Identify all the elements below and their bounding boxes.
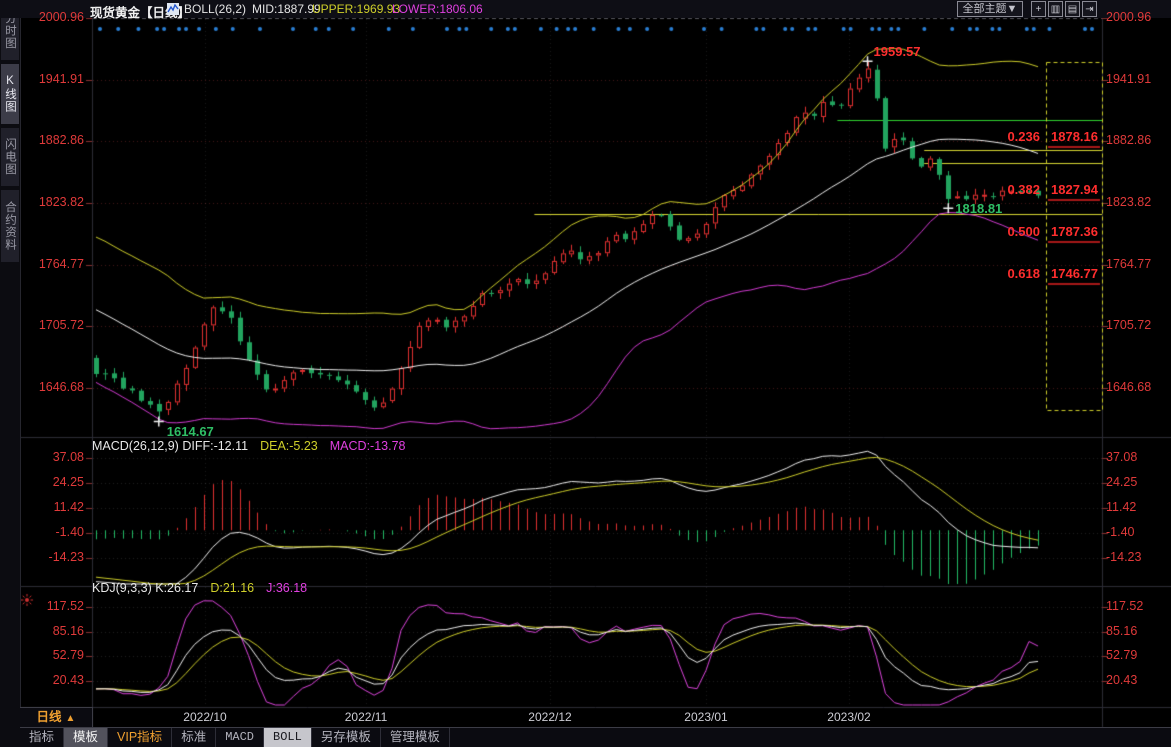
kdj-panel-header: KDJ(9,3,3) K:26.17 D:21.16 J:36.18: [92, 581, 307, 595]
period-label: 日线: [37, 710, 62, 724]
template-tab-1[interactable]: 模板: [64, 728, 108, 747]
sidebar: 分时图K线图闪电图合约资料: [0, 0, 21, 747]
trading-app-window: 现货黄金【日线】 BOLL(26,2) MID:1887.99 UPPER:19…: [0, 0, 1171, 747]
chart-header: 现货黄金【日线】 BOLL(26,2) MID:1887.99 UPPER:19…: [0, 0, 1171, 18]
macd-panel-header: MACD(26,12,9) DIFF:-12.11 DEA:-5.23 MACD…: [92, 439, 406, 453]
macd-title-and-diff: MACD(26,12,9) DIFF:-12.11: [92, 439, 248, 453]
pan-right-icon[interactable]: ⇥: [1082, 1, 1097, 17]
crosshair-icon[interactable]: +: [1031, 1, 1046, 17]
kdj-title-and-k: KDJ(9,3,3) K:26.17: [92, 581, 198, 595]
template-tab-6[interactable]: 另存模板: [312, 728, 381, 747]
zoom-vertical-icon[interactable]: ▤: [1065, 1, 1080, 17]
kdj-d-value: D:21.16: [210, 581, 254, 595]
theme-selector-button[interactable]: 全部主题▼: [957, 1, 1023, 17]
boll-upper-value: UPPER:1969.93: [312, 2, 400, 16]
template-tab-5[interactable]: BOLL: [264, 728, 312, 747]
sidebar-item-1[interactable]: K线图: [1, 64, 19, 124]
template-tab-4[interactable]: MACD: [216, 728, 264, 747]
candlestick-icon: [167, 3, 179, 18]
period-selector[interactable]: 日线 ▲: [20, 707, 93, 727]
macd-hist-value: MACD:-13.78: [330, 439, 406, 453]
template-tab-0[interactable]: 指标: [20, 728, 64, 747]
zoom-horizontal-icon[interactable]: ▥: [1048, 1, 1063, 17]
header-toolbar: +▥▤⇥: [1031, 1, 1097, 17]
triangle-up-icon: ▲: [66, 713, 76, 724]
template-tab-2[interactable]: VIP指标: [108, 728, 172, 747]
chart-canvas[interactable]: [0, 0, 1171, 747]
boll-settings-label: BOLL(26,2): [184, 2, 246, 16]
boll-lower-value: LOWER:1806.06: [392, 2, 483, 16]
sidebar-item-3[interactable]: 合约资料: [1, 190, 19, 262]
sidebar-item-2[interactable]: 闪电图: [1, 128, 19, 186]
template-tab-3[interactable]: 标准: [172, 728, 216, 747]
template-tab-bar: 指标模板VIP指标标准MACDBOLL另存模板管理模板: [20, 727, 1171, 747]
template-tab-7[interactable]: 管理模板: [381, 728, 450, 747]
boll-mid-value: MID:1887.99: [252, 2, 321, 16]
kdj-j-value: J:36.18: [266, 581, 307, 595]
macd-dea-value: DEA:-5.23: [260, 439, 318, 453]
